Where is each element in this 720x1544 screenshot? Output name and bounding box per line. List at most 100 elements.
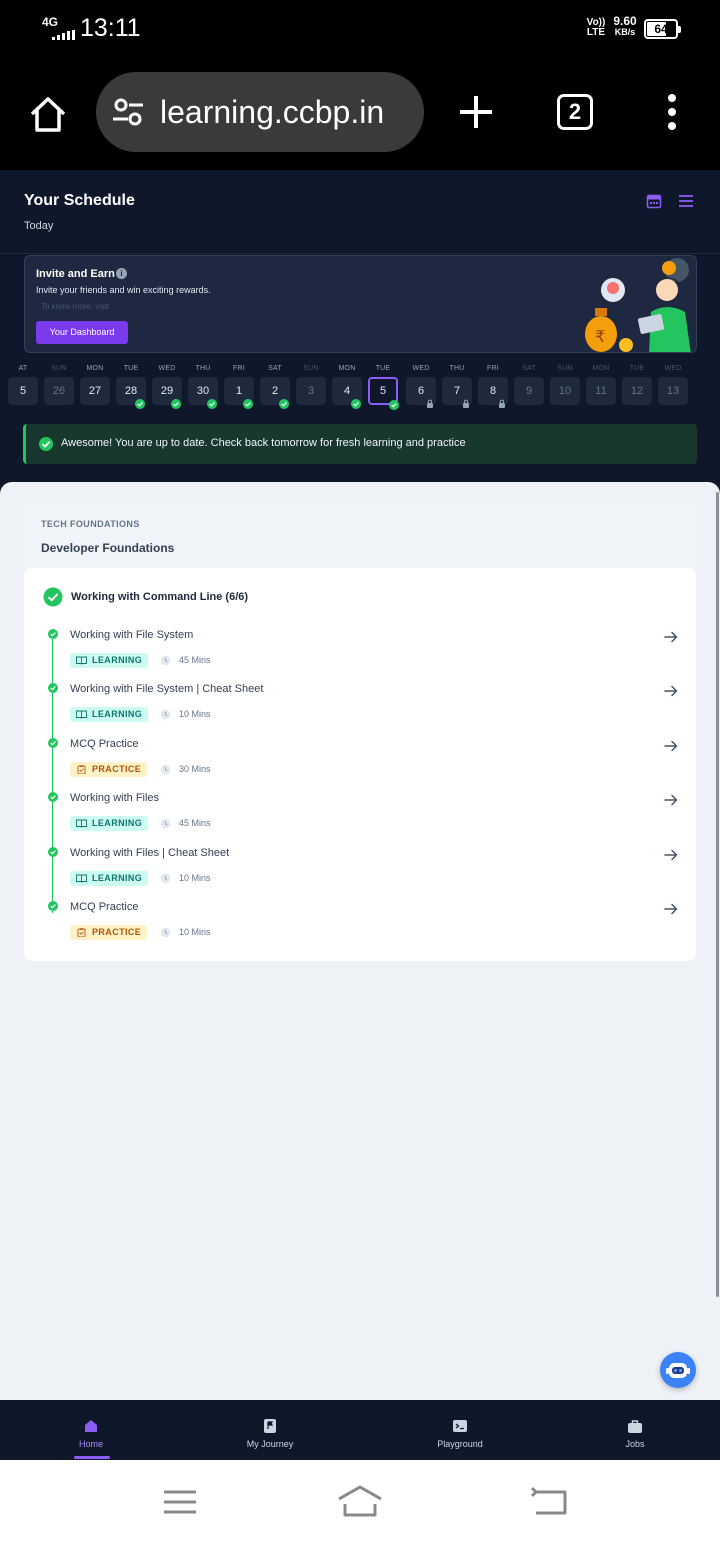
- page-title: Your Schedule: [24, 192, 135, 209]
- completed-check-icon: [48, 629, 58, 639]
- invite-hint: To know more, visit: [41, 302, 110, 311]
- completed-check-icon: [171, 399, 181, 409]
- item-type-label: LEARNING: [92, 655, 143, 665]
- list-item[interactable]: Working with File System | Cheat Sheet LE…: [24, 683, 696, 737]
- clock-icon: [160, 873, 171, 884]
- active-tab-indicator: [74, 1456, 110, 1459]
- book-icon: [76, 710, 87, 719]
- item-duration: 45 Mins: [179, 818, 211, 828]
- home-icon[interactable]: [26, 92, 70, 136]
- calendar-view-icon[interactable]: [646, 193, 662, 209]
- new-tab-icon[interactable]: [456, 92, 496, 132]
- item-type-badge: LEARNING: [70, 871, 149, 886]
- course-category: TECH FOUNDATIONS: [41, 519, 140, 529]
- nav-my-journey-label: My Journey: [246, 1439, 294, 1449]
- item-type-badge: PRACTICE: [70, 925, 148, 940]
- network-speed: 9.60 KB/s: [613, 14, 637, 37]
- completed-check-icon: [207, 399, 217, 409]
- completed-check-icon: [48, 901, 58, 911]
- url-text[interactable]: learning.ccbp.in: [160, 94, 384, 130]
- lock-icon: [499, 399, 505, 408]
- date-number[interactable]: 13: [658, 377, 688, 405]
- page-content: Your Schedule Today Invite and Earn i In…: [0, 170, 720, 1400]
- home-icon: [85, 1420, 97, 1432]
- arrow-right-icon[interactable]: [664, 685, 678, 697]
- lock-icon: [463, 399, 469, 408]
- item-type-label: LEARNING: [92, 818, 143, 828]
- status-message: Awesome! You are up to date. Check back …: [61, 437, 466, 449]
- item-title[interactable]: Working with Files | Cheat Sheet: [70, 847, 229, 859]
- item-type-badge: LEARNING: [70, 816, 149, 831]
- nav-playground-label: Playground: [437, 1439, 483, 1449]
- completed-check-icon: [48, 847, 58, 857]
- nav-playground[interactable]: Playground: [415, 1400, 505, 1460]
- course-header: TECH FOUNDATIONS Developer Foundations: [24, 504, 696, 574]
- item-title[interactable]: MCQ Practice: [70, 901, 138, 913]
- info-icon[interactable]: i: [116, 268, 127, 279]
- nav-my-journey[interactable]: My Journey: [225, 1400, 315, 1460]
- date-number[interactable]: 12: [622, 377, 652, 405]
- topic-complete-icon: [43, 587, 63, 607]
- completed-check-icon: [135, 399, 145, 409]
- item-duration: 10 Mins: [179, 873, 211, 883]
- item-title[interactable]: MCQ Practice: [70, 738, 138, 750]
- arrow-right-icon[interactable]: [664, 903, 678, 915]
- date-number[interactable]: 5: [8, 377, 38, 405]
- book-icon: [76, 819, 87, 828]
- arrow-right-icon[interactable]: [664, 849, 678, 861]
- nav-home-label: Home: [78, 1439, 103, 1449]
- robot-icon: [666, 1363, 690, 1378]
- date-number[interactable]: 26: [44, 377, 74, 405]
- up-to-date-alert: Awesome! You are up to date. Check back …: [23, 424, 697, 464]
- date-number[interactable]: 3: [296, 377, 326, 405]
- completed-check-icon: [279, 399, 289, 409]
- item-title[interactable]: Working with File System: [70, 629, 193, 641]
- course-name: Developer Foundations: [41, 541, 175, 555]
- arrow-right-icon[interactable]: [664, 631, 678, 643]
- item-title[interactable]: Working with File System | Cheat Sheet: [70, 683, 263, 695]
- clock-icon: [160, 927, 171, 938]
- scrollbar[interactable]: [716, 492, 719, 1297]
- completed-check-icon: [48, 792, 58, 802]
- topic-title[interactable]: Working with Command Line (6/6): [71, 591, 248, 603]
- item-title[interactable]: Working with Files: [70, 792, 159, 804]
- item-duration: 10 Mins: [179, 927, 211, 937]
- browser-toolbar: learning.ccbp.in 2: [0, 58, 720, 170]
- arrow-right-icon[interactable]: [664, 794, 678, 806]
- nav-jobs[interactable]: Jobs: [595, 1400, 675, 1460]
- chatbot-button[interactable]: [660, 1352, 696, 1388]
- list-view-icon[interactable]: [678, 194, 694, 208]
- address-bar[interactable]: learning.ccbp.in: [96, 72, 424, 152]
- completed-check-icon: [48, 683, 58, 693]
- more-options-icon[interactable]: [660, 92, 684, 132]
- app-bottom-nav: Home My Journey Playground Jobs: [0, 1400, 720, 1460]
- network-type: 4G: [42, 15, 59, 29]
- completed-check-icon: [389, 400, 399, 410]
- recent-apps-icon[interactable]: [162, 1488, 198, 1516]
- clipboard-icon: [77, 765, 86, 774]
- dashboard-button[interactable]: Your Dashboard: [36, 321, 128, 344]
- status-bar: 4G 13:11 Vo)) LTE 9.60 KB/s 64: [0, 0, 720, 58]
- list-item[interactable]: Working with File System LEARNING 45 Mins: [24, 629, 696, 683]
- nav-home[interactable]: Home: [46, 1400, 136, 1460]
- list-item[interactable]: Working with Files LEARNING 45 Mins: [24, 792, 696, 846]
- list-item[interactable]: MCQ Practice PRACTICE 30 Mins: [24, 738, 696, 792]
- date-number[interactable]: 27: [80, 377, 110, 405]
- item-type-badge: LEARNING: [70, 707, 149, 722]
- date-number[interactable]: 9: [514, 377, 544, 405]
- date-number[interactable]: 10: [550, 377, 580, 405]
- site-settings-icon[interactable]: [112, 98, 144, 126]
- journey-icon: [264, 1419, 276, 1433]
- list-item[interactable]: Working with Files | Cheat Sheet LEARNING…: [24, 847, 696, 901]
- back-icon[interactable]: [530, 1486, 568, 1516]
- tab-switcher-button[interactable]: 2: [557, 94, 593, 130]
- date-number[interactable]: 11: [586, 377, 616, 405]
- arrow-right-icon[interactable]: [664, 740, 678, 752]
- list-item[interactable]: MCQ Practice PRACTICE 10 Mins: [24, 901, 696, 955]
- nav-jobs-label: Jobs: [625, 1439, 645, 1449]
- svg-text:₹: ₹: [595, 327, 605, 346]
- schedule-header: Your Schedule Today: [0, 170, 720, 254]
- page-subtitle: Today: [24, 220, 54, 232]
- day-selector: AT 5 SUN 26 MON 27 TUE 28 WED 29 THU 30 FRI 1 SAT 2 SUN 3…: [0, 360, 720, 416]
- system-home-icon[interactable]: [336, 1484, 384, 1518]
